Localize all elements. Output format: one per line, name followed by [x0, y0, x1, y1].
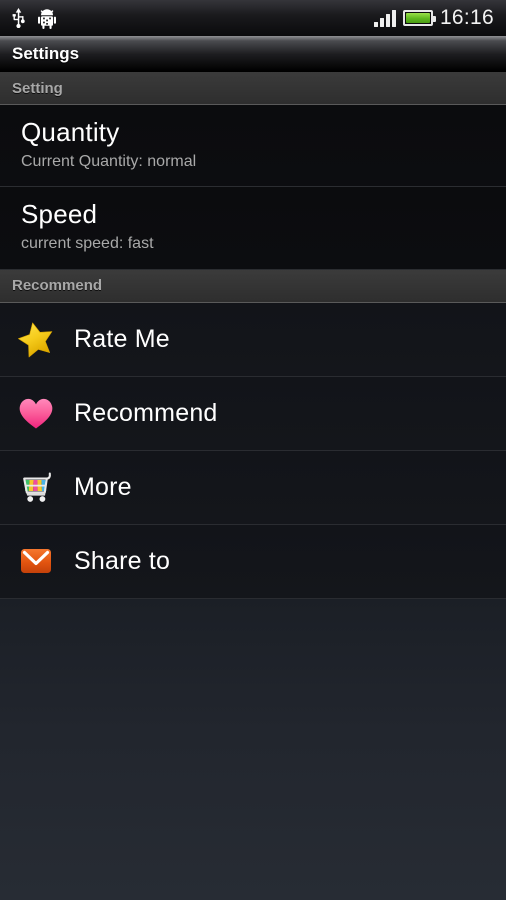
android-debug-icon — [38, 8, 56, 29]
battery-icon — [402, 10, 436, 26]
section-header-label: Recommend — [12, 277, 103, 295]
list-item-share-to[interactable]: Share to — [0, 524, 506, 599]
section-header-recommend: Recommend — [0, 269, 506, 303]
preference-title: Speed — [21, 199, 98, 230]
section-header-label: Setting — [12, 79, 63, 97]
settings-list: Setting Quantity Current Quantity: norma… — [0, 72, 506, 599]
list-item-rate-me[interactable]: Rate Me — [0, 302, 506, 377]
list-item-label: Rate Me — [74, 324, 170, 353]
empty-list-area — [0, 598, 506, 900]
star-icon — [14, 317, 58, 361]
list-item-label: More — [74, 472, 132, 501]
list-item-more[interactable]: More — [0, 450, 506, 525]
signal-icon — [373, 9, 396, 27]
usb-icon — [10, 8, 27, 28]
preference-summary: current speed: fast — [21, 234, 154, 252]
envelope-icon — [14, 539, 58, 583]
status-bar-system-icons: 16:16 — [373, 6, 498, 29]
preference-row-speed[interactable]: Speed current speed: fast — [0, 187, 506, 270]
section-header-setting: Setting — [0, 72, 506, 105]
preference-title: Quantity — [21, 117, 120, 147]
list-item-label: Recommend — [74, 398, 218, 427]
status-bar: 16:16 — [0, 0, 506, 36]
preference-row-quantity[interactable]: Quantity Current Quantity: normal — [0, 105, 506, 188]
heart-icon — [14, 391, 58, 435]
preference-summary: Current Quantity: normal — [21, 152, 197, 170]
status-bar-clock: 16:16 — [439, 6, 494, 29]
list-item-recommend[interactable]: Recommend — [0, 376, 506, 451]
page-title: Settings — [12, 43, 80, 63]
list-item-label: Share to — [74, 546, 171, 575]
shopping-cart-icon — [14, 465, 58, 509]
title-bar: Settings — [0, 36, 506, 72]
phone-screen: 16:16 Settings Setting Quantity Current … — [0, 0, 506, 900]
status-bar-notification-icons — [10, 8, 56, 29]
